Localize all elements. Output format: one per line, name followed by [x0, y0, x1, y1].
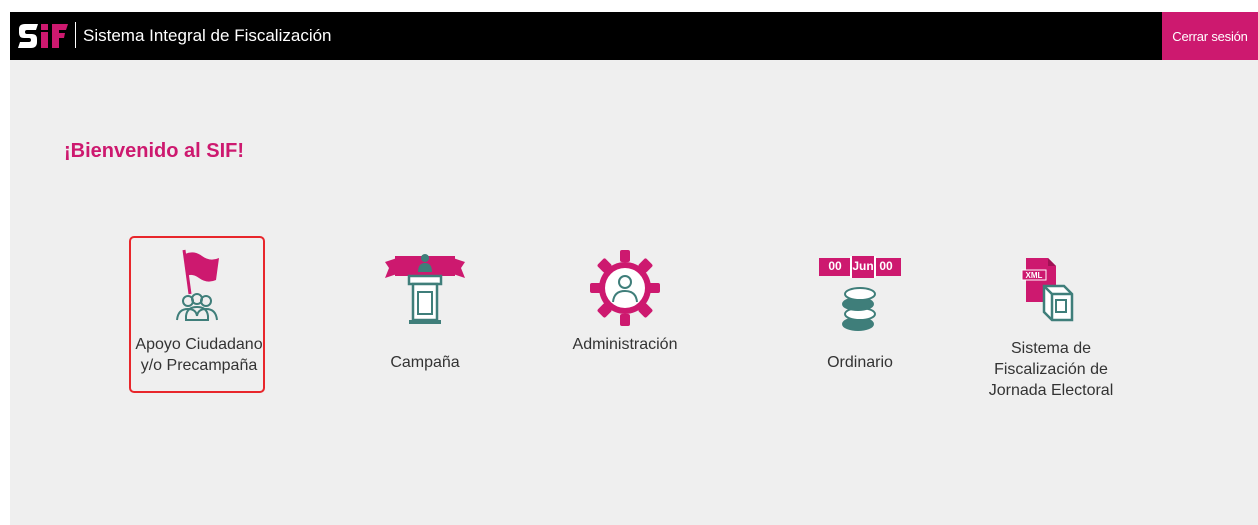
module-label: Sistema de Fiscalización de Jornada Elec…: [963, 338, 1139, 401]
podium-icon: [385, 254, 465, 324]
module-ordinario[interactable]: 00 Jun 00 Ordinario: [792, 248, 928, 371]
logout-button[interactable]: Cerrar sesión: [1162, 12, 1258, 60]
logo-divider: [75, 22, 76, 48]
gear-user-icon: [590, 250, 660, 326]
module-campana[interactable]: Campaña: [357, 248, 493, 371]
module-administracion[interactable]: Administración: [557, 248, 693, 368]
app-title: Sistema Integral de Fiscalización: [83, 26, 332, 45]
calendar-date-icon: 00 Jun 00: [819, 256, 901, 280]
module-apoyo-ciudadano[interactable]: Apoyo Ciudadano y/o Precampaña: [129, 236, 265, 393]
flag-people-icon: [176, 249, 219, 321]
module-label-line: Apoyo Ciudadano: [135, 336, 263, 353]
coins-icon: [842, 287, 876, 331]
module-label: Ordinario: [827, 354, 893, 371]
module-label: Campaña: [390, 354, 460, 371]
welcome-heading: ¡Bienvenido al SIF!: [64, 140, 245, 162]
module-label-line: Sistema de: [1010, 340, 1092, 357]
xml-badge: XML: [1026, 271, 1043, 280]
xml-ballot-box-icon: XML: [1021, 258, 1074, 322]
module-label: Apoyo Ciudadano y/o Precampaña: [111, 334, 287, 376]
module-label-line: y/o Precampaña: [140, 357, 258, 374]
module-label: Administración: [572, 336, 678, 353]
top-navbar: Sistema Integral de Fiscalización Cerrar…: [10, 12, 1258, 60]
page-frame: Sistema Integral de Fiscalización Cerrar…: [10, 12, 1258, 525]
calendar-day: 00: [828, 259, 842, 273]
sif-logo[interactable]: [16, 20, 74, 52]
module-label-line: Fiscalización de: [994, 361, 1108, 378]
module-jornada-electoral[interactable]: XML Sistema de Fiscalización de Jornada …: [983, 246, 1119, 416]
calendar-year: 00: [879, 259, 893, 273]
module-label-line: Jornada Electoral: [988, 382, 1114, 399]
